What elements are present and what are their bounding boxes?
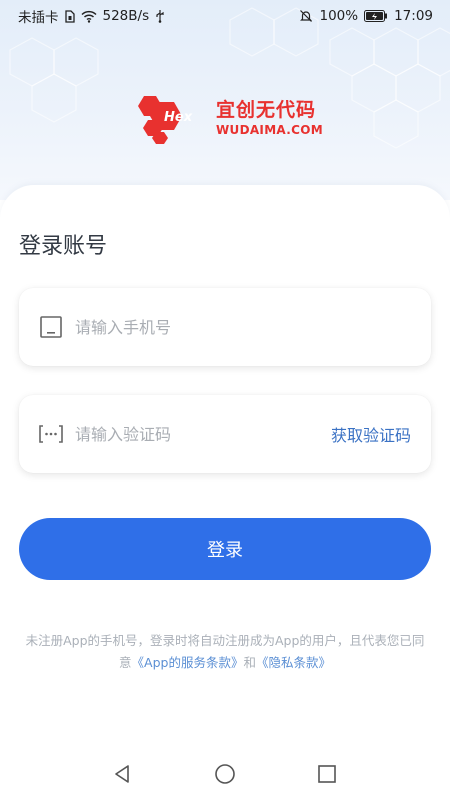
logo-name-en: WUDAIMA.COM <box>216 122 323 137</box>
logo-name-cn: 宜创无代码 <box>216 98 317 121</box>
logo-wordmark: 宜创无代码 WUDAIMA.COM <box>216 98 323 137</box>
wifi-icon <box>80 10 97 23</box>
status-right: 100% 17:09 <box>299 8 433 24</box>
home-circle-icon[interactable] <box>210 759 240 789</box>
phone-input[interactable] <box>75 317 411 337</box>
back-triangle-icon[interactable] <box>108 759 138 789</box>
battery-percent: 100% <box>319 8 359 24</box>
privacy-link[interactable]: 《隐私条款》 <box>256 655 331 670</box>
agreement-text: 未注册App的手机号，登录时将自动注册成为App的用户，且代表您已同意《App的… <box>20 630 430 674</box>
battery-icon <box>364 10 388 22</box>
recent-square-icon[interactable] <box>312 759 342 789</box>
logo-mark-text: Hex <box>164 110 193 125</box>
login-button[interactable]: 登录 <box>19 518 431 580</box>
app-logo: Hex 宜创无代码 WUDAIMA.COM <box>130 92 323 144</box>
terms-link[interactable]: 《App的服务条款》 <box>132 655 244 670</box>
mute-bell-icon <box>299 9 313 23</box>
sim-card-icon <box>64 9 75 23</box>
carrier-text: 未插卡 <box>18 10 59 26</box>
page-title: 登录账号 <box>19 234 108 259</box>
get-code-button[interactable]: 获取验证码 <box>331 422 411 446</box>
status-left: 未插卡 528B/s <box>18 6 165 26</box>
login-screen: 未插卡 528B/s 100% 17:09 Hex 宜创无代码 WUDAIMA.… <box>0 0 450 800</box>
code-input[interactable] <box>75 424 331 444</box>
clock: 17:09 <box>394 8 433 24</box>
agreement-and: 和 <box>243 655 256 670</box>
sms-code-icon <box>39 422 63 446</box>
login-card <box>0 185 450 800</box>
phone-field[interactable] <box>19 288 431 366</box>
phone-icon <box>39 315 63 339</box>
network-speed: 528B/s <box>102 8 150 24</box>
usb-icon <box>155 9 165 23</box>
verification-code-field[interactable]: 获取验证码 <box>19 395 431 473</box>
hex-logo-icon: Hex <box>138 96 193 144</box>
status-bar: 未插卡 528B/s 100% 17:09 <box>0 0 450 32</box>
system-navigation-bar <box>0 748 450 800</box>
